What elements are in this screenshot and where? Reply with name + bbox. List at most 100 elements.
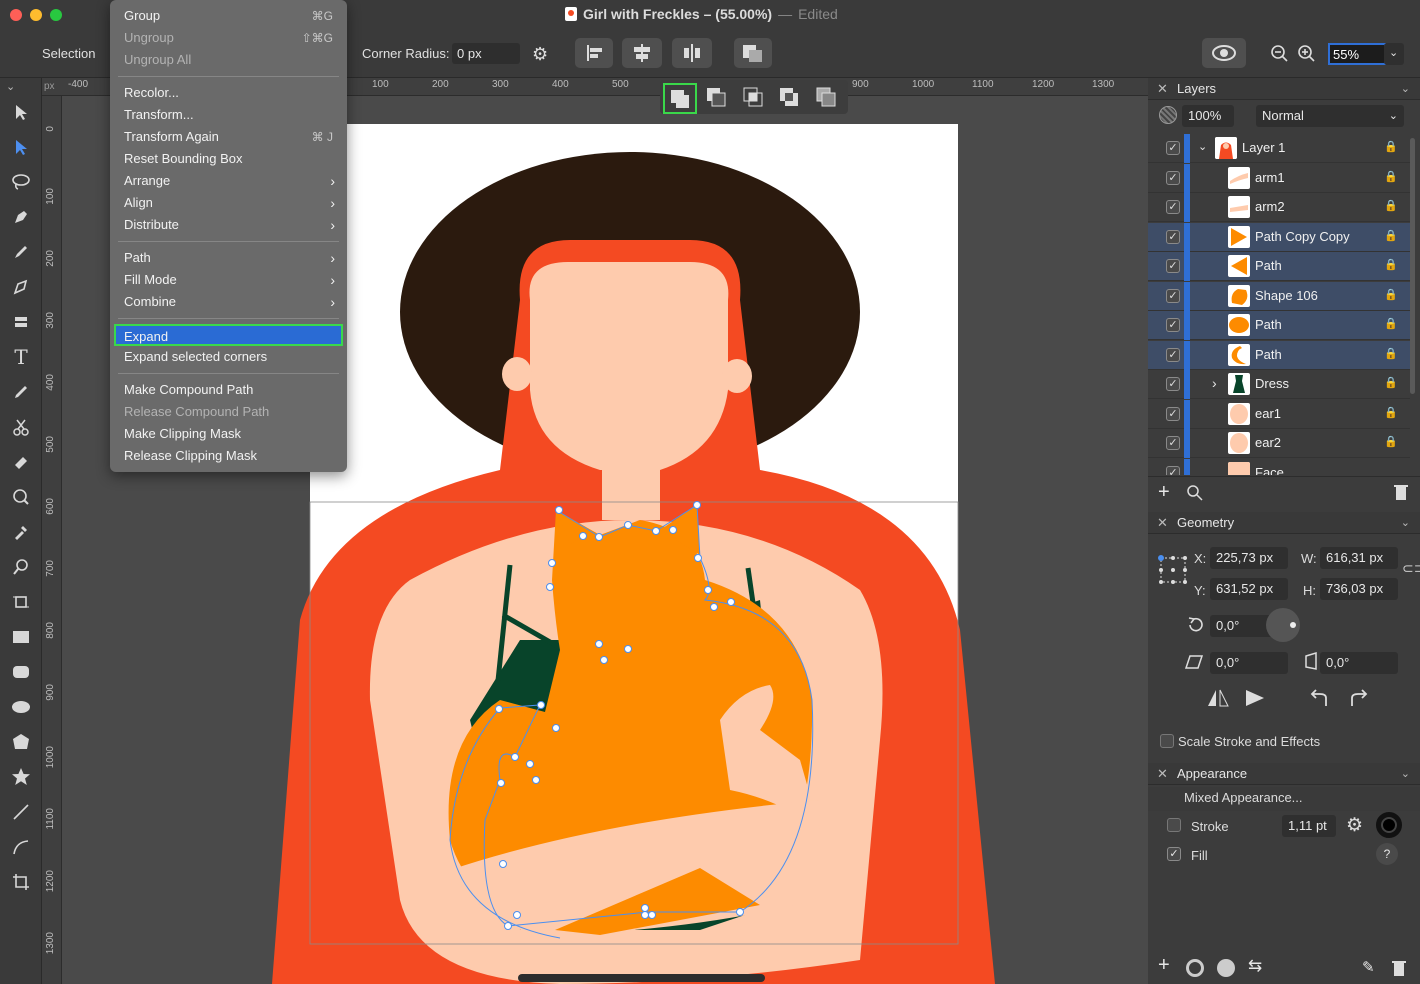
add-appearance-icon[interactable]: + <box>1158 954 1170 977</box>
menu-item-align[interactable]: Align › <box>110 192 347 214</box>
visibility-checkbox[interactable]: ✓ <box>1166 200 1180 214</box>
visibility-checkbox[interactable]: ✓ <box>1166 407 1180 421</box>
artboard-tool-icon[interactable] <box>7 588 35 616</box>
lock-icon[interactable]: 🔒 <box>1384 376 1398 389</box>
zoom-out-icon[interactable] <box>1270 44 1290 67</box>
rounded-rectangle-tool-icon[interactable] <box>7 658 35 686</box>
layer-row[interactable]: ✓ › Dress 🔒 <box>1148 370 1410 399</box>
divide-boolean-button[interactable] <box>812 84 842 115</box>
layer-row[interactable]: ✓ Face <box>1148 459 1410 475</box>
search-icon[interactable] <box>1186 484 1204 505</box>
close-icon[interactable]: ✕ <box>1157 763 1168 785</box>
visibility-checkbox[interactable]: ✓ <box>1166 141 1180 155</box>
menu-item-expand-selected-corners[interactable]: Expand selected corners <box>110 346 347 368</box>
menu-item-recolor[interactable]: Recolor... <box>110 82 347 104</box>
menu-item-make-compound-path[interactable]: Make Compound Path <box>110 379 347 401</box>
visibility-checkbox[interactable]: ✓ <box>1166 171 1180 185</box>
visibility-checkbox[interactable]: ✓ <box>1166 466 1180 475</box>
tools-collapse-icon[interactable]: ⌄ <box>6 80 15 93</box>
menu-item-release-compound-path[interactable]: Release Compound Path <box>110 401 347 423</box>
flip-horizontal-icon[interactable] <box>1206 688 1230 711</box>
menu-item-distribute[interactable]: Distribute › <box>110 214 347 236</box>
scissors-tool-icon[interactable] <box>7 413 35 441</box>
lock-icon[interactable]: 🔒 <box>1384 347 1398 360</box>
zoom-tool-icon[interactable] <box>7 553 35 581</box>
lock-icon[interactable]: 🔒 <box>1384 317 1398 330</box>
menu-item-transform-again[interactable]: Transform Again ⌘ J <box>110 126 347 148</box>
blend-mode-select[interactable]: Normal ⌄ <box>1256 105 1404 127</box>
zoom-dropdown-button[interactable]: ⌄ <box>1384 43 1404 65</box>
layer-row-selected[interactable]: ✓ Path Copy Copy 🔒 <box>1148 223 1410 252</box>
lasso-tool-icon[interactable] <box>7 168 35 196</box>
flip-vertical-icon[interactable] <box>1244 688 1266 711</box>
fill-checkbox[interactable]: ✓ <box>1167 847 1181 861</box>
menu-item-reset-bounding-box[interactable]: Reset Bounding Box <box>110 148 347 170</box>
visibility-checkbox[interactable]: ✓ <box>1166 259 1180 273</box>
menu-item-group[interactable]: Group ⌘G <box>110 5 347 27</box>
layer-row[interactable]: ✓ ear1 🔒 <box>1148 400 1410 429</box>
star-tool-icon[interactable] <box>7 763 35 791</box>
stroke-settings-icon[interactable]: ⚙ <box>1346 814 1363 837</box>
menu-item-transform[interactable]: Transform... <box>110 104 347 126</box>
fill-tool-icon[interactable] <box>7 308 35 336</box>
line-tool-icon[interactable] <box>7 798 35 826</box>
undo-rotate-icon[interactable] <box>1308 688 1330 711</box>
visibility-checkbox[interactable]: ✓ <box>1166 318 1180 332</box>
skew-field[interactable]: 0,0° <box>1320 652 1398 674</box>
menu-item-ungroup-all[interactable]: Ungroup All <box>110 49 347 71</box>
height-field[interactable]: 736,03 px <box>1320 578 1398 600</box>
menu-item-arrange[interactable]: Arrange › <box>110 170 347 192</box>
shear-field[interactable]: 0,0° <box>1210 652 1288 674</box>
x-field[interactable]: 225,73 px <box>1210 547 1288 569</box>
constrain-proportions-icon[interactable]: ⊂⊃ <box>1402 560 1420 577</box>
brush-tool-icon[interactable] <box>7 238 35 266</box>
crop-tool-icon[interactable] <box>7 868 35 896</box>
intersect-boolean-button[interactable] <box>739 84 769 115</box>
layer-row-selected[interactable]: ✓ Path 🔒 <box>1148 252 1410 281</box>
lock-icon[interactable]: 🔒 <box>1384 199 1398 212</box>
lock-icon[interactable]: 🔒 <box>1384 140 1398 153</box>
clear-appearance-icon[interactable]: ✎ <box>1362 958 1375 976</box>
swap-icon[interactable]: ⇆ <box>1248 956 1262 976</box>
add-fill-icon[interactable] <box>1217 959 1235 977</box>
pen-tool-icon[interactable] <box>7 203 35 231</box>
lock-icon[interactable]: 🔒 <box>1384 288 1398 301</box>
visibility-checkbox[interactable]: ✓ <box>1166 289 1180 303</box>
layer-row-selected[interactable]: ✓ Shape 106 🔒 <box>1148 282 1410 311</box>
menu-item-expand[interactable]: Expand <box>114 324 343 346</box>
align-center-button[interactable] <box>622 38 662 68</box>
zoom-in-icon[interactable] <box>1297 44 1317 67</box>
corner-radius-field[interactable]: 0 px <box>452 43 520 64</box>
trash-icon[interactable] <box>1394 483 1408 504</box>
close-window-button[interactable] <box>10 9 22 21</box>
rectangle-tool-icon[interactable] <box>7 623 35 651</box>
stroke-width-field[interactable]: 1,11 pt <box>1282 815 1336 837</box>
menu-item-ungroup[interactable]: Ungroup ⇧⌘G <box>110 27 347 49</box>
redo-rotate-icon[interactable] <box>1348 688 1370 711</box>
visibility-checkbox[interactable]: ✓ <box>1166 230 1180 244</box>
add-layer-icon[interactable]: + <box>1158 481 1170 504</box>
chevron-down-icon[interactable]: ⌄ <box>1198 140 1207 153</box>
visibility-checkbox[interactable]: ✓ <box>1166 348 1180 362</box>
text-tool-icon[interactable]: T <box>7 343 35 371</box>
shape-builder-tool-icon[interactable] <box>7 483 35 511</box>
layer-row[interactable]: ✓ ⌄ Layer 1 🔒 <box>1148 134 1410 163</box>
zoom-level-field[interactable]: 55% <box>1328 43 1386 65</box>
xor-boolean-button[interactable] <box>775 84 805 115</box>
lock-icon[interactable]: 🔒 <box>1384 170 1398 183</box>
chevron-down-icon[interactable]: ⌄ <box>1401 763 1410 785</box>
subtract-boolean-button[interactable] <box>702 84 732 115</box>
layer-row[interactable]: ✓ ear2 🔒 <box>1148 429 1410 458</box>
visibility-checkbox[interactable]: ✓ <box>1166 436 1180 450</box>
chevron-down-icon[interactable]: ⌄ <box>1401 512 1410 534</box>
stroke-color-well[interactable] <box>1376 812 1402 838</box>
layer-row[interactable]: ✓ arm2 🔒 <box>1148 193 1410 222</box>
layer-row-selected[interactable]: ✓ Path 🔒 <box>1148 341 1410 370</box>
eraser-tool-icon[interactable] <box>7 448 35 476</box>
align-left-button[interactable] <box>575 38 613 68</box>
stroke-checkbox[interactable] <box>1167 818 1181 832</box>
trash-icon[interactable] <box>1392 959 1406 980</box>
minimize-window-button[interactable] <box>30 9 42 21</box>
scale-stroke-checkbox[interactable] <box>1160 734 1174 748</box>
horizontal-scrollbar[interactable] <box>518 974 765 982</box>
